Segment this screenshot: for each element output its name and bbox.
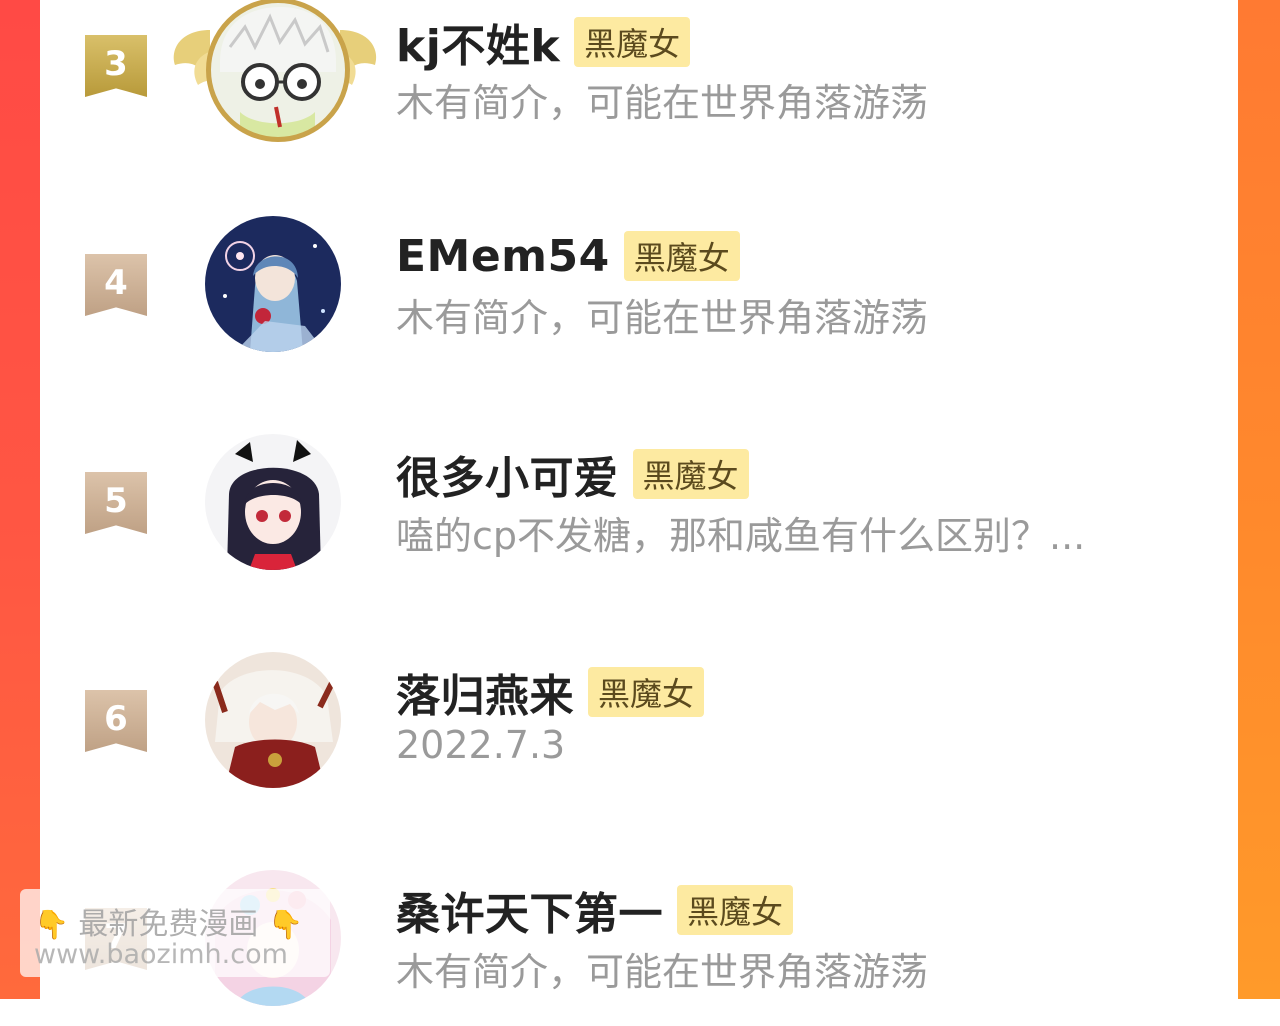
name-line: EMem54 黑魔女: [396, 228, 740, 284]
level-badge: 黑魔女: [623, 231, 740, 281]
left-gradient-border: [0, 0, 40, 999]
rank-ribbon-icon: 6: [85, 690, 147, 752]
ranking-list-panel: 3 kj不姓k 黑魔女 木有简介，可能在世界角落游荡 4 EMem54 黑魔女 …: [40, 0, 1238, 1006]
watermark-url: www.baozimh.com: [34, 939, 288, 970]
pointing-down-hand-icon: 👇: [34, 908, 69, 941]
user-avatar[interactable]: [205, 652, 341, 788]
ranking-row[interactable]: 6 落归燕来 黑魔女 2022.7.3: [40, 648, 1238, 808]
rank-number: 4: [104, 263, 128, 303]
ranking-row[interactable]: 4 EMem54 黑魔女 木有简介，可能在世界角落游荡: [40, 212, 1238, 372]
user-bio: 嗑的cp不发糖，那和咸鱼有什么区别？...: [396, 514, 1086, 558]
name-line: 落归燕来 黑魔女: [396, 664, 705, 722]
rank-number: 5: [104, 481, 128, 521]
level-badge: 黑魔女: [677, 885, 794, 935]
username[interactable]: kj不姓k: [396, 10, 560, 74]
level-badge: 黑魔女: [574, 17, 691, 67]
level-badge: 黑魔女: [588, 667, 705, 717]
name-line: 很多小可爱 黑魔女: [396, 446, 749, 504]
rank-ribbon-icon: 3: [85, 35, 147, 97]
rank-number: 6: [104, 699, 128, 739]
user-avatar[interactable]: [205, 434, 341, 570]
username[interactable]: 很多小可爱: [396, 442, 619, 506]
user-bio: 2022.7.3: [396, 723, 566, 767]
ranking-row[interactable]: 5 很多小可爱 黑魔女 嗑的cp不发糖，那和咸鱼有什么区别？...: [40, 430, 1238, 590]
watermark-title-line: 👇 最新免费漫画 👇: [34, 899, 303, 943]
rank-ribbon-icon: 5: [85, 472, 147, 534]
user-bio: 木有简介，可能在世界角落游荡: [396, 81, 929, 125]
name-line: 桑许天下第一 黑魔女: [396, 882, 794, 940]
username[interactable]: 桑许天下第一: [396, 878, 663, 942]
right-gradient-border: [1238, 0, 1280, 999]
starry-night-girl-avatar-icon: [205, 216, 341, 352]
user-avatar[interactable]: [205, 216, 341, 352]
white-haired-red-robe-avatar-icon: [205, 652, 341, 788]
ranking-row[interactable]: 3 kj不姓k 黑魔女 木有简介，可能在世界角落游荡: [40, 0, 1238, 152]
level-badge: 黑魔女: [632, 449, 749, 499]
horned-dark-haired-girl-avatar-icon: [205, 434, 341, 570]
watermark-title: 最新免费漫画: [78, 907, 259, 942]
username[interactable]: 落归燕来: [396, 660, 574, 724]
rank-ribbon-icon: 4: [85, 254, 147, 316]
user-bio: 木有简介，可能在世界角落游荡: [396, 950, 929, 994]
gold-avatar-frame: [206, 0, 350, 142]
pointing-down-hand-icon: 👇: [267, 908, 303, 941]
name-line: kj不姓k 黑魔女: [396, 14, 691, 72]
site-watermark: 👇 最新免费漫画 👇 www.baozimh.com: [20, 889, 330, 977]
rank-number: 3: [104, 44, 128, 84]
username[interactable]: EMem54: [396, 231, 610, 282]
user-bio: 木有简介，可能在世界角落游荡: [396, 296, 929, 340]
